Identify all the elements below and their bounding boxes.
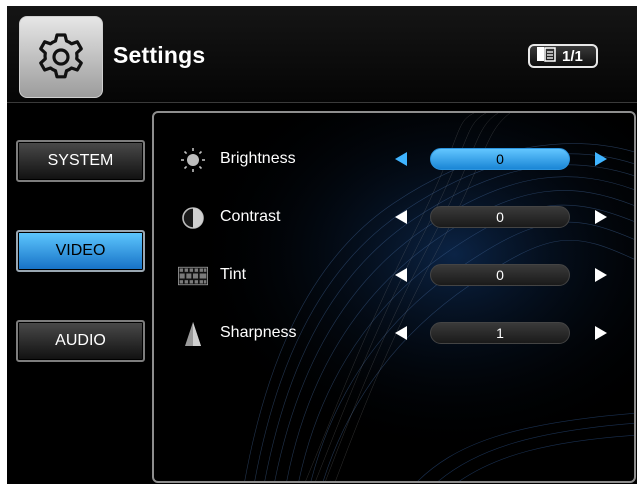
setting-value: 1 <box>430 322 570 344</box>
setting-row-sharpness[interactable]: Sharpness 1 <box>154 319 634 349</box>
setting-row-tint[interactable]: Tint 0 <box>154 261 634 291</box>
settings-screen: Settings 1/1 SYSTEM VIDEO AUDIO Brightne… <box>7 6 637 484</box>
setting-label: Contrast <box>220 208 281 225</box>
increase-arrow-icon[interactable] <box>595 210 607 224</box>
brightness-icon <box>178 147 208 173</box>
setting-row-brightness[interactable]: Brightness 0 <box>154 145 634 175</box>
setting-value: 0 <box>430 206 570 228</box>
setting-label: Sharpness <box>220 324 297 341</box>
page-indicator[interactable]: 1/1 <box>528 44 598 68</box>
tab-label: VIDEO <box>55 242 106 259</box>
tab-system[interactable]: SYSTEM <box>16 140 145 182</box>
tab-video[interactable]: VIDEO <box>16 230 145 272</box>
contrast-icon <box>178 205 208 231</box>
setting-value: 0 <box>430 264 570 286</box>
increase-arrow-icon[interactable] <box>595 268 607 282</box>
setting-label: Brightness <box>220 150 296 167</box>
gear-icon <box>19 16 103 98</box>
tint-icon <box>178 263 208 289</box>
increase-arrow-icon[interactable] <box>595 152 607 166</box>
header: Settings 1/1 <box>7 6 637 102</box>
pages-icon <box>536 46 556 66</box>
video-settings-panel: Brightness 0 Contrast 0 Tint 0 Sharpness… <box>152 111 636 483</box>
sharpness-icon <box>178 321 208 347</box>
setting-row-contrast[interactable]: Contrast 0 <box>154 203 634 233</box>
increase-arrow-icon[interactable] <box>595 326 607 340</box>
header-divider <box>7 102 637 103</box>
tab-label: SYSTEM <box>47 152 114 169</box>
decrease-arrow-icon[interactable] <box>395 268 407 282</box>
setting-value: 0 <box>430 148 570 170</box>
decrease-arrow-icon[interactable] <box>395 210 407 224</box>
tab-label: AUDIO <box>55 332 106 349</box>
tab-audio[interactable]: AUDIO <box>16 320 145 362</box>
decrease-arrow-icon[interactable] <box>395 326 407 340</box>
page-number: 1/1 <box>562 47 583 65</box>
page-title: Settings <box>113 42 206 68</box>
setting-label: Tint <box>220 266 247 283</box>
decrease-arrow-icon[interactable] <box>395 152 407 166</box>
